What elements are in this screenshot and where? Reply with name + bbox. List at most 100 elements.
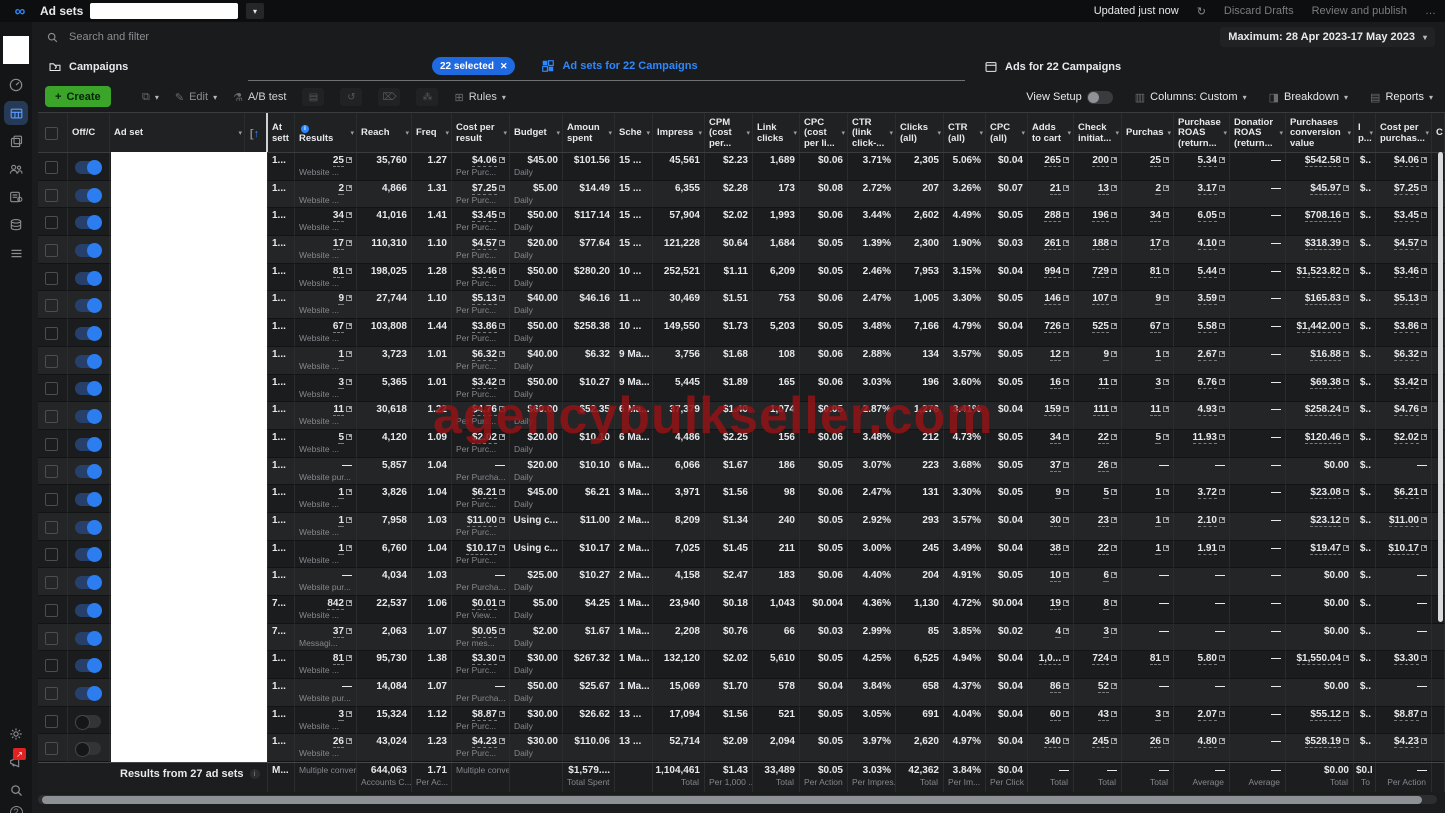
- reports-button[interactable]: ▤ Reports ▾: [1370, 91, 1433, 104]
- adset-status-toggle[interactable]: [68, 706, 110, 735]
- column-header[interactable]: C: [1432, 113, 1445, 152]
- metric-value-link[interactable]: $6.21: [471, 487, 497, 500]
- metric-value-link[interactable]: $4.23: [471, 736, 497, 749]
- metric-value-link[interactable]: $0.05: [471, 625, 497, 638]
- metric-value-link[interactable]: $3.45: [1393, 210, 1419, 223]
- horizontal-scrollbar-thumb[interactable]: [42, 795, 1422, 804]
- metric-value-link[interactable]: 2.10: [1197, 514, 1217, 527]
- metric-value-link[interactable]: $2.02: [471, 431, 497, 444]
- metric-value-link[interactable]: 2: [338, 182, 344, 195]
- metric-value-link[interactable]: 2.67: [1197, 348, 1217, 361]
- metric-value-link[interactable]: 1: [338, 348, 344, 361]
- row-checkbox[interactable]: [38, 402, 68, 430]
- metric-value-link[interactable]: 5: [1155, 431, 1161, 444]
- row-checkbox[interactable]: [38, 568, 68, 596]
- column-header[interactable]: Clicks (all) ▾: [896, 113, 944, 152]
- metric-value-link[interactable]: 22: [1097, 431, 1109, 444]
- more-menu-icon[interactable]: …: [1425, 5, 1437, 17]
- metric-value-link[interactable]: $1,523.82: [1296, 265, 1341, 278]
- row-checkbox[interactable]: [38, 457, 68, 486]
- metric-value-link[interactable]: 34: [332, 210, 344, 223]
- metric-value-link[interactable]: 4: [1055, 625, 1061, 638]
- column-header[interactable]: Purchases conversion value ▾: [1286, 113, 1354, 152]
- metric-value-link[interactable]: 200: [1092, 155, 1109, 167]
- metric-value-link[interactable]: 23: [1097, 514, 1109, 527]
- settings-gear-icon[interactable]: [0, 722, 32, 746]
- column-header[interactable]: CTR (link click-... ▾: [848, 113, 896, 152]
- metric-value-link[interactable]: $4.06: [471, 155, 497, 167]
- metric-value-link[interactable]: 188: [1092, 238, 1109, 251]
- metric-value-link[interactable]: 8: [1103, 598, 1109, 610]
- sort-indicator-icon[interactable]: [↑: [247, 128, 262, 140]
- metric-value-link[interactable]: $5.13: [1393, 293, 1419, 306]
- metric-value-link[interactable]: $4.57: [1393, 238, 1419, 251]
- events-manager-icon[interactable]: [0, 185, 32, 209]
- metric-value-link[interactable]: $6.32: [1393, 348, 1419, 361]
- adset-status-toggle[interactable]: [68, 623, 110, 652]
- metric-value-link[interactable]: 265: [1044, 155, 1061, 167]
- metric-value-link[interactable]: $1,442.00: [1296, 321, 1341, 334]
- row-checkbox[interactable]: [38, 374, 68, 403]
- help-icon[interactable]: ?: [0, 800, 32, 813]
- breakdown-button[interactable]: ◨ Breakdown ▾: [1269, 91, 1348, 104]
- select-all-checkbox[interactable]: [38, 113, 68, 152]
- metric-value-link[interactable]: 5.58: [1197, 321, 1217, 334]
- adset-status-toggle[interactable]: [68, 263, 110, 292]
- metric-value-link[interactable]: 34: [1149, 210, 1161, 223]
- metric-value-link[interactable]: $6.32: [471, 348, 497, 361]
- metric-value-link[interactable]: 9: [1155, 293, 1161, 306]
- metric-value-link[interactable]: 9: [1103, 348, 1109, 361]
- discard-drafts-button[interactable]: Discard Drafts: [1224, 5, 1294, 17]
- column-header[interactable]: Budget ▾: [510, 113, 563, 152]
- all-tools-menu-icon[interactable]: [0, 241, 32, 265]
- metric-value-link[interactable]: 26: [1097, 459, 1109, 472]
- metric-value-link[interactable]: 11: [333, 404, 344, 417]
- metric-value-link[interactable]: 2: [1155, 182, 1161, 195]
- metric-value-link[interactable]: 196: [1092, 210, 1109, 223]
- metric-value-link[interactable]: $1,550.04: [1296, 653, 1341, 666]
- metric-value-link[interactable]: 261: [1044, 238, 1061, 251]
- metric-value-link[interactable]: 11.93: [1192, 431, 1217, 444]
- metric-value-link[interactable]: $4.76: [471, 404, 497, 417]
- vertical-scrollbar[interactable]: [1438, 152, 1443, 622]
- row-checkbox[interactable]: [38, 291, 68, 320]
- metric-value-link[interactable]: $120.46: [1304, 431, 1341, 444]
- metric-value-link[interactable]: 22: [1097, 542, 1109, 555]
- metric-value-link[interactable]: 4.10: [1197, 238, 1217, 251]
- metric-value-link[interactable]: $318.39: [1304, 238, 1341, 251]
- refresh-icon[interactable]: ↻: [1197, 5, 1206, 18]
- column-header[interactable]: CTR (all) ▾: [944, 113, 986, 152]
- metric-value-link[interactable]: 340: [1044, 736, 1061, 749]
- column-header[interactable]: Purchase ROAS (return... ▾: [1174, 113, 1230, 152]
- export-icon-button[interactable]: ⁂: [416, 88, 439, 106]
- metric-value-link[interactable]: $55.12: [1310, 708, 1341, 721]
- metric-value-link[interactable]: $23.08: [1310, 487, 1341, 500]
- column-header[interactable]: At sett: [268, 113, 295, 152]
- metric-value-link[interactable]: $0.01: [471, 598, 497, 610]
- adset-status-toggle[interactable]: [68, 679, 110, 707]
- row-checkbox[interactable]: [38, 429, 68, 458]
- column-header[interactable]: Ad set ▾: [110, 113, 245, 152]
- row-checkbox[interactable]: [38, 180, 68, 209]
- metric-value-link[interactable]: $16.88: [1310, 348, 1341, 361]
- account-selector-input[interactable]: [90, 3, 238, 19]
- metric-value-link[interactable]: 43: [1097, 708, 1109, 721]
- row-checkbox[interactable]: [38, 623, 68, 652]
- metric-value-link[interactable]: $45.97: [1310, 182, 1341, 195]
- adset-status-toggle[interactable]: [68, 180, 110, 209]
- metric-value-link[interactable]: 81: [1149, 653, 1161, 666]
- adset-status-toggle[interactable]: [68, 485, 110, 513]
- metric-value-link[interactable]: 842: [327, 598, 344, 610]
- column-header[interactable]: Adds to cart ▾: [1028, 113, 1074, 152]
- tab-adsets[interactable]: Ad sets for 22 Campaigns: [541, 59, 698, 73]
- column-header[interactable]: Purchas ▾: [1122, 113, 1174, 152]
- metric-value-link[interactable]: 81: [332, 653, 344, 666]
- row-checkbox[interactable]: [38, 346, 68, 375]
- metric-value-link[interactable]: 1.91: [1197, 542, 1217, 555]
- metric-value-link[interactable]: 3.59: [1197, 293, 1217, 306]
- column-header[interactable]: CPM (cost per... ▾: [705, 113, 753, 152]
- metric-value-link[interactable]: 38: [1049, 542, 1061, 555]
- metric-value-link[interactable]: $528.19: [1304, 736, 1341, 749]
- metric-value-link[interactable]: $8.87: [1393, 708, 1419, 721]
- row-checkbox[interactable]: [38, 208, 68, 237]
